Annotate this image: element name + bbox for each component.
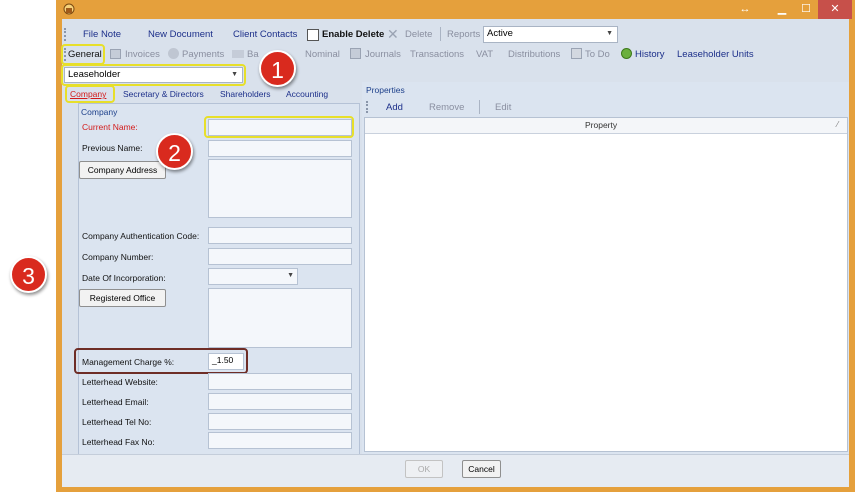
tab-payments[interactable]: Payments [182, 49, 224, 60]
delete-x-icon: ✕ [387, 26, 399, 42]
current-name-label: Current Name: [82, 122, 138, 132]
previous-name-label: Previous Name: [82, 143, 143, 153]
chevron-down-icon: ▼ [606, 30, 613, 37]
tab-transactions[interactable]: Transactions [410, 49, 464, 60]
annotation-badge-3: 3 [10, 256, 47, 293]
letterhead-email-input[interactable] [208, 393, 352, 410]
enable-delete-label: Enable Delete [322, 29, 385, 40]
properties-remove-button[interactable]: Remove [429, 102, 464, 113]
tab-leaseholder-units[interactable]: Leaseholder Units [677, 49, 754, 60]
chevron-down-icon: ▼ [287, 272, 294, 279]
toolbar-separator [440, 27, 441, 41]
tab-journals[interactable]: Journals [365, 49, 401, 60]
previous-name-input[interactable] [208, 140, 352, 157]
properties-title: Properties [366, 85, 405, 95]
history-icon [621, 48, 632, 59]
registered-office-input[interactable] [208, 288, 352, 348]
letterhead-fax-label: Letterhead Fax No: [82, 437, 155, 447]
letterhead-website-label: Letterhead Website: [82, 377, 158, 387]
reports-select[interactable]: Active ▼ [483, 26, 618, 43]
company-group-title: Company [81, 107, 118, 117]
tab-secretary-directors[interactable]: Secretary & Directors [123, 89, 204, 99]
delete-button[interactable]: Delete [405, 29, 432, 40]
reports-label: Reports [447, 29, 481, 40]
company-address-button[interactable]: Company Address [79, 161, 166, 179]
letterhead-website-input[interactable] [208, 373, 352, 390]
ok-button[interactable]: OK [405, 460, 443, 478]
tab-general[interactable]: General [68, 49, 102, 60]
selector-highlight [61, 64, 246, 86]
tab-nominal[interactable]: Nominal [305, 49, 340, 60]
letterhead-tel-input[interactable] [208, 413, 352, 430]
tab-history[interactable]: History [635, 49, 665, 60]
tab-invoices[interactable]: Invoices [125, 49, 160, 60]
todo-icon [571, 48, 582, 59]
tab-vat[interactable]: VAT [476, 49, 493, 60]
company-address-input[interactable] [208, 159, 352, 218]
company-number-input[interactable] [208, 248, 352, 265]
tab-accounting[interactable]: Accounting [286, 89, 328, 99]
properties-grip [366, 101, 370, 113]
minimize-button[interactable]: ▁ [769, 0, 795, 19]
tab-company[interactable]: Company [70, 89, 106, 99]
resize-icon[interactable]: ↔ [732, 0, 758, 19]
current-name-highlight [204, 116, 354, 138]
client-contacts-button[interactable]: Client Contacts [233, 29, 297, 40]
letterhead-fax-input[interactable] [208, 432, 352, 449]
tab-bank[interactable]: Ba [247, 49, 259, 60]
bank-icon [232, 50, 244, 58]
toolbar-grip [64, 28, 68, 41]
title-bar: ↔ ▁ ☐ ✕ [56, 0, 855, 19]
properties-separator [479, 100, 480, 114]
management-charge-highlight [74, 348, 248, 374]
tab-distributions[interactable]: Distributions [508, 49, 560, 60]
payments-icon [168, 48, 179, 59]
properties-edit-button[interactable]: Edit [495, 102, 511, 113]
auth-code-label: Company Authentication Code: [82, 231, 200, 241]
registered-office-button[interactable]: Registered Office [79, 289, 166, 307]
close-button[interactable]: ✕ [818, 0, 852, 19]
app-icon [63, 3, 75, 15]
file-note-button[interactable]: File Note [83, 29, 121, 40]
new-document-button[interactable]: New Document [148, 29, 213, 40]
property-column-header: Property [585, 120, 618, 130]
maximize-button[interactable]: ☐ [793, 0, 819, 19]
properties-grid[interactable] [364, 117, 848, 452]
journals-icon [350, 48, 361, 59]
letterhead-tel-label: Letterhead Tel No: [82, 417, 152, 427]
tab-shareholders[interactable]: Shareholders [220, 89, 271, 99]
footer-bar [62, 454, 849, 487]
annotation-badge-2: 2 [156, 133, 193, 170]
enable-delete-checkbox[interactable] [307, 29, 319, 41]
invoices-icon [110, 49, 121, 59]
letterhead-email-label: Letterhead Email: [82, 397, 149, 407]
annotation-badge-1: 1 [259, 50, 296, 87]
date-incorporation-picker[interactable]: ▼ [208, 268, 298, 285]
auth-code-input[interactable] [208, 227, 352, 244]
reports-select-value: Active [487, 28, 513, 39]
date-incorporation-label: Date Of Incorporation: [82, 273, 166, 283]
cancel-button[interactable]: Cancel [462, 460, 501, 478]
properties-add-button[interactable]: Add [386, 102, 403, 113]
company-number-label: Company Number: [82, 252, 154, 262]
column-resize-icon: ⁄ [837, 120, 839, 129]
tab-todo[interactable]: To Do [585, 49, 610, 60]
